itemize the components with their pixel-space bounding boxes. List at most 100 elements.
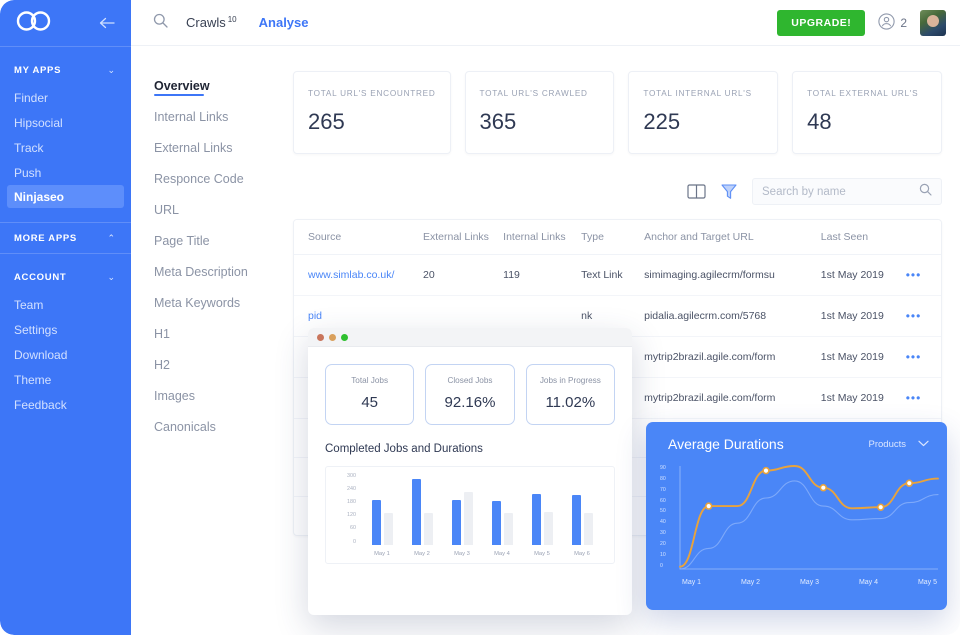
nav-item-label: Responce Code [154, 171, 244, 186]
nav-item-url[interactable]: URL [131, 194, 281, 225]
data-point-marker[interactable] [877, 503, 885, 511]
bar-group: May 3 [451, 474, 473, 557]
columns-icon[interactable] [687, 184, 706, 199]
nav-item-label: Meta Description [154, 264, 248, 279]
row-actions-button[interactable]: ••• [905, 336, 941, 378]
collapse-sidebar-icon[interactable] [99, 15, 115, 32]
table-row[interactable]: www.simlab.co.uk/ 20 119 Text Link simim… [294, 254, 941, 296]
nav-item-meta-description[interactable]: Meta Description [131, 256, 281, 287]
sidebar-item-settings[interactable]: Settings [0, 317, 131, 342]
search-input[interactable] [762, 185, 919, 198]
sidebar-item-finder[interactable]: Finder [0, 85, 131, 110]
line-chart-x-tick: May 4 [858, 579, 879, 586]
data-point-marker[interactable] [704, 502, 713, 510]
search-box[interactable] [752, 178, 942, 205]
row-actions-button[interactable]: ••• [905, 377, 941, 419]
sidebar-item-track[interactable]: Track [0, 135, 131, 160]
data-point-marker[interactable] [905, 479, 913, 487]
column-header-type[interactable]: Type [581, 220, 645, 255]
row-actions-button[interactable]: ••• [905, 254, 941, 296]
average-durations-card: Average Durations Products 90 80 70 60 50 40 3… [646, 422, 947, 610]
nav-item-images[interactable]: Images [131, 380, 281, 411]
nav-item-label: Images [154, 388, 195, 403]
column-header-anchor[interactable]: Anchor and Target URL [644, 220, 821, 255]
bar-chart-x-tick: May 6 [574, 551, 590, 557]
nav-item-responce-code[interactable]: Responce Code [131, 163, 281, 194]
sidebar-item-feedback[interactable]: Feedback [0, 392, 131, 417]
stat-label: TOTAL URL'S ENCOUNTRED [308, 89, 436, 98]
search-icon[interactable] [153, 13, 168, 33]
sidebar-item-label: Push [14, 165, 42, 180]
close-dot-icon[interactable] [317, 333, 324, 341]
sidebar-section-my-apps[interactable]: MY APPS ⌄ [0, 55, 131, 85]
sidebar-item-label: Feedback [14, 397, 67, 412]
filter-funnel-icon[interactable] [720, 183, 738, 201]
sidebar-item-download[interactable]: Download [0, 342, 131, 367]
bar-group: May 2 [411, 474, 433, 557]
sidebar-item-push[interactable]: Push [0, 160, 131, 185]
table-header-row: Source External Links Internal Links Typ… [294, 220, 941, 255]
analyse-tab[interactable]: Analyse [259, 15, 309, 30]
sidebar-section-account[interactable]: ACCOUNT ⌄ [0, 262, 131, 292]
jobs-stat-value: 45 [361, 394, 378, 411]
nav-item-label: URL [154, 202, 180, 217]
bar-chart-y-tick: 300 [347, 473, 356, 479]
line-chart-y-tick: 50 [660, 508, 666, 515]
sidebar-section-label: MORE APPS [14, 232, 77, 244]
bar-chart-y-axis: 300 240 180 120 60 0 [334, 473, 356, 559]
cell-source[interactable]: www.simlab.co.uk/ [294, 254, 423, 296]
nav-item-label: Internal Links [154, 109, 229, 124]
line-chart-y-tick: 40 [660, 519, 666, 526]
infinity-logo-icon[interactable] [14, 10, 54, 37]
bar-chart-x-tick: May 4 [494, 551, 510, 557]
bar-group: May 1 [371, 474, 393, 557]
nav-item-label: Overview [154, 78, 210, 93]
sidebar-item-team[interactable]: Team [0, 292, 131, 317]
section-nav: Overview Internal Links External Links R… [131, 46, 281, 635]
nav-item-label: H1 [154, 326, 170, 341]
nav-item-h1[interactable]: H1 [131, 318, 281, 349]
column-header-source[interactable]: Source [294, 220, 423, 255]
crawls-tab[interactable]: Crawls 10 [186, 15, 237, 30]
jobs-stat-total-jobs: Total Jobs 45 [325, 364, 415, 425]
line-chart-y-tick: 10 [660, 551, 666, 558]
sidebar-item-theme[interactable]: Theme [0, 367, 131, 392]
avatar[interactable] [920, 9, 946, 36]
cell-internal: 119 [503, 254, 582, 296]
line-chart-y-tick: 80 [660, 475, 666, 482]
nav-item-overview[interactable]: Overview [131, 70, 281, 101]
sidebar-item-label: Theme [14, 372, 52, 387]
column-header-internal[interactable]: Internal Links [503, 220, 582, 255]
column-header-external[interactable]: External Links [422, 220, 504, 255]
nav-item-h2[interactable]: H2 [131, 349, 281, 380]
crawls-label: Crawls [186, 15, 226, 30]
nav-item-canonicals[interactable]: Canonicals [131, 411, 281, 442]
sidebar-section-more-apps[interactable]: MORE APPS ⌃ [0, 223, 131, 253]
row-actions-button[interactable]: ••• [905, 295, 941, 337]
data-point-marker[interactable] [762, 466, 770, 475]
nav-item-external-links[interactable]: External Links [131, 132, 281, 163]
cell-last-seen: 1st May 2019 [820, 336, 906, 378]
nav-item-page-title[interactable]: Page Title [131, 225, 281, 256]
sidebar-item-hipsocial[interactable]: Hipsocial [0, 110, 131, 135]
data-point-marker[interactable] [819, 484, 828, 492]
bar [503, 513, 513, 545]
search-icon[interactable] [919, 183, 932, 201]
bar-chart-y-tick: 120 [347, 512, 356, 519]
minimize-dot-icon[interactable] [329, 333, 336, 341]
column-header-last-seen[interactable]: Last Seen [820, 220, 906, 255]
jobs-stat-closed-jobs: Closed Jobs 92.16% [425, 364, 515, 425]
user-circle-icon [878, 12, 895, 33]
nav-item-internal-links[interactable]: Internal Links [131, 101, 281, 132]
sidebar-item-ninjaseo[interactable]: Ninjaseo [7, 185, 124, 208]
source-link[interactable]: pid [308, 310, 322, 322]
products-dropdown[interactable]: Products [869, 439, 930, 450]
source-link[interactable]: www.simlab.co.uk/ [308, 269, 394, 281]
line-chart-y-tick: 20 [660, 541, 666, 548]
sidebar-header [0, 0, 131, 46]
user-count[interactable]: 2 [878, 12, 907, 33]
nav-item-meta-keywords[interactable]: Meta Keywords [131, 287, 281, 318]
maximize-dot-icon[interactable] [341, 333, 348, 341]
bar-chart-x-tick: May 1 [374, 551, 390, 557]
upgrade-button[interactable]: UPGRADE! [777, 9, 866, 36]
